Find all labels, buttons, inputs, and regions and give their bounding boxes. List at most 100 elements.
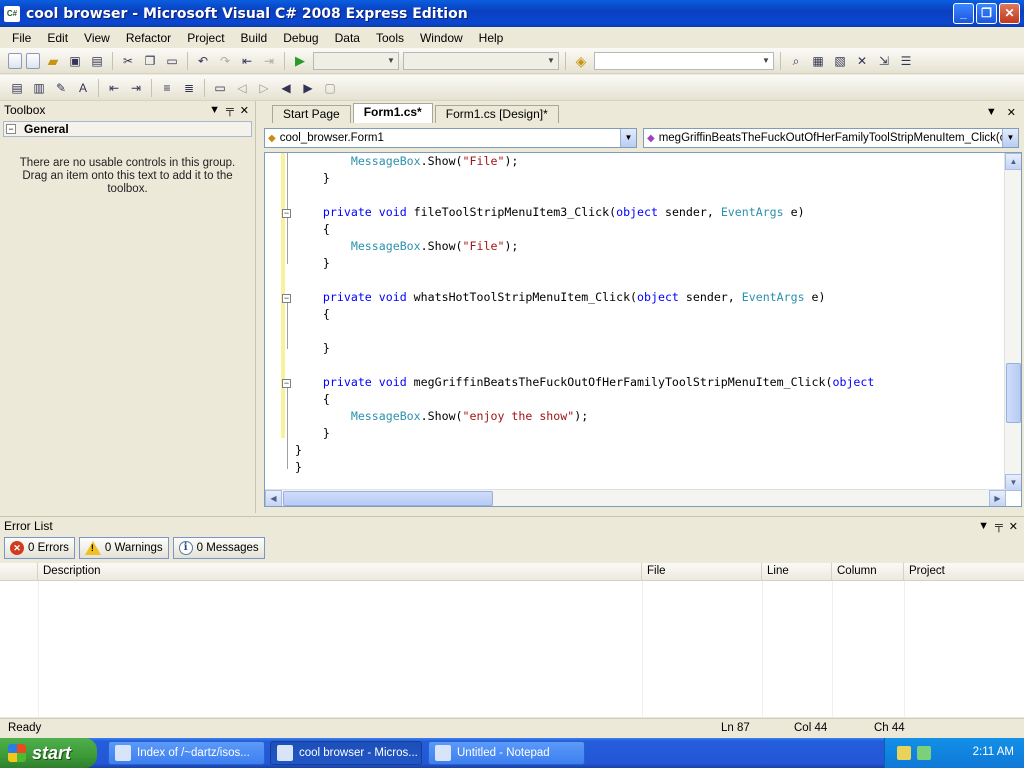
code-line[interactable] [295,187,874,204]
code-line[interactable]: } [295,425,874,442]
navigate-backward-icon[interactable]: ⇤ [238,52,256,70]
code-text-area[interactable]: − − − MessageBox.Show("File"); } private… [264,152,1022,507]
vertical-scrollbar[interactable]: ▲ ▼ [1004,153,1021,491]
next-bookmark-icon[interactable]: ▷ [255,79,273,97]
maximize-button[interactable]: ❐ [976,3,997,24]
close-document-icon[interactable]: ✕ [1007,106,1016,119]
code-line[interactable]: { [295,391,874,408]
save-all-icon[interactable]: ▤ [88,52,106,70]
code-line[interactable]: { [295,221,874,238]
taskbar-item-browser[interactable]: Index of /~dartz/isos... [108,741,265,765]
close-icon[interactable]: ✕ [1009,520,1018,533]
csharp-app-icon[interactable]: C# [4,5,20,22]
start-page-icon[interactable]: ⇲ [875,52,893,70]
scroll-down-icon[interactable]: ▼ [1005,474,1021,491]
paste-icon[interactable]: ▭ [163,52,181,70]
code-line[interactable]: private void fileToolStripMenuItem3_Clic… [295,204,874,221]
code-line[interactable] [295,357,874,374]
code-line[interactable]: } [295,442,874,459]
save-icon[interactable]: ▣ [66,52,84,70]
cut-icon[interactable]: ✂ [119,52,137,70]
messages-filter-button[interactable]: i 0 Messages [172,537,265,559]
code-line[interactable]: MessageBox.Show("File"); [295,153,874,170]
solution-explorer-icon[interactable]: ⌕ [787,52,805,70]
dropdown-arrow-icon[interactable]: ▼ [978,520,989,533]
scroll-left-icon[interactable]: ◀ [265,490,282,506]
properties-icon[interactable]: ▦ [809,52,827,70]
code-line[interactable]: private void whatsHotToolStripMenuItem_C… [295,289,874,306]
code-line[interactable]: } [295,459,874,476]
tab-start-page[interactable]: Start Page [272,105,351,123]
column-header-project[interactable]: Project [904,563,1024,580]
column-header-line[interactable]: Line [762,563,832,580]
new-project-icon[interactable] [8,52,22,69]
column-header-column[interactable]: Column [832,563,904,580]
toolbox-icon[interactable]: ✕ [853,52,871,70]
find-combo[interactable]: ▼ [594,51,774,70]
collapse-icon[interactable]: − [282,379,291,388]
code-line[interactable]: MessageBox.Show("File"); [295,238,874,255]
menu-data[interactable]: Data [327,31,368,45]
uncomment-lines-icon[interactable]: ≣ [180,79,198,97]
code-line[interactable]: MessageBox.Show("enjoy the show"); [295,408,874,425]
pin-icon[interactable]: ╤ [226,104,234,117]
warnings-filter-button[interactable]: ! 0 Warnings [78,537,169,559]
next-bookmark-folder-icon[interactable]: ▶ [299,79,317,97]
toolbox-group-general[interactable]: − General [3,121,252,137]
add-item-icon[interactable] [26,52,40,69]
open-folder-icon[interactable]: ▰ [44,52,62,70]
menu-help[interactable]: Help [471,31,512,45]
source-code[interactable]: MessageBox.Show("File"); } private void … [295,153,874,476]
members-combo[interactable]: ◆ megGriffinBeatsTheFuckOutOfHerFamilyTo… [643,128,1019,148]
column-header-file[interactable]: File [642,563,762,580]
increase-indent-icon[interactable]: ⇥ [127,79,145,97]
find-in-files-icon[interactable]: ◈ [572,52,590,70]
code-line[interactable]: { [295,306,874,323]
quick-info-icon[interactable]: ✎ [52,79,70,97]
copy-icon[interactable]: ❐ [141,52,159,70]
minimize-button[interactable]: _ [953,3,974,24]
menu-project[interactable]: Project [179,31,232,45]
menu-tools[interactable]: Tools [368,31,412,45]
dropdown-arrow-icon[interactable]: ▼ [209,104,220,117]
menu-view[interactable]: View [76,31,118,45]
previous-bookmark-folder-icon[interactable]: ◀ [277,79,295,97]
tray-app-icon[interactable] [917,746,931,760]
code-line[interactable] [295,323,874,340]
navigate-forward-icon[interactable]: ⇥ [260,52,278,70]
comment-lines-icon[interactable]: ≡ [158,79,176,97]
pin-icon[interactable]: ╤ [995,520,1003,533]
solution-config-combo[interactable]: ▼ [313,51,399,70]
vertical-scroll-thumb[interactable] [1006,363,1021,423]
menu-edit[interactable]: Edit [39,31,76,45]
collapse-icon[interactable]: − [282,294,291,303]
tray-network-icon[interactable] [897,746,911,760]
horizontal-scroll-thumb[interactable] [283,491,493,506]
object-members-icon[interactable]: ▤ [8,79,26,97]
error-list-icon[interactable]: ☰ [897,52,915,70]
collapse-icon[interactable]: − [6,124,16,134]
column-header-description[interactable]: Description [38,563,642,580]
scroll-up-icon[interactable]: ▲ [1005,153,1021,170]
taskbar-item-notepad[interactable]: Untitled - Notepad [428,741,585,765]
menu-window[interactable]: Window [412,31,471,45]
collapse-icon[interactable]: − [282,209,291,218]
platform-combo[interactable]: ▼ [403,51,559,70]
active-files-dropdown-icon[interactable]: ▼ [986,106,997,119]
code-line[interactable] [295,272,874,289]
code-line[interactable]: private void megGriffinBeatsTheFuckOutOf… [295,374,874,391]
code-line[interactable]: } [295,170,874,187]
parameter-info-icon[interactable]: ▥ [30,79,48,97]
close-icon[interactable]: ✕ [240,104,249,117]
toggle-bookmark-icon[interactable]: ▭ [211,79,229,97]
horizontal-scrollbar[interactable]: ◀ ▶ [265,489,1006,506]
types-combo[interactable]: ◆ cool_browser.Form1 ▼ [264,128,637,148]
close-button[interactable]: ✕ [999,3,1020,24]
start-button[interactable]: start [0,738,97,768]
redo-icon[interactable]: ↷ [216,52,234,70]
menu-refactor[interactable]: Refactor [118,31,179,45]
decrease-indent-icon[interactable]: ⇤ [105,79,123,97]
complete-word-icon[interactable]: A [74,79,92,97]
menu-build[interactable]: Build [233,31,276,45]
column-header-icon[interactable] [0,563,38,580]
